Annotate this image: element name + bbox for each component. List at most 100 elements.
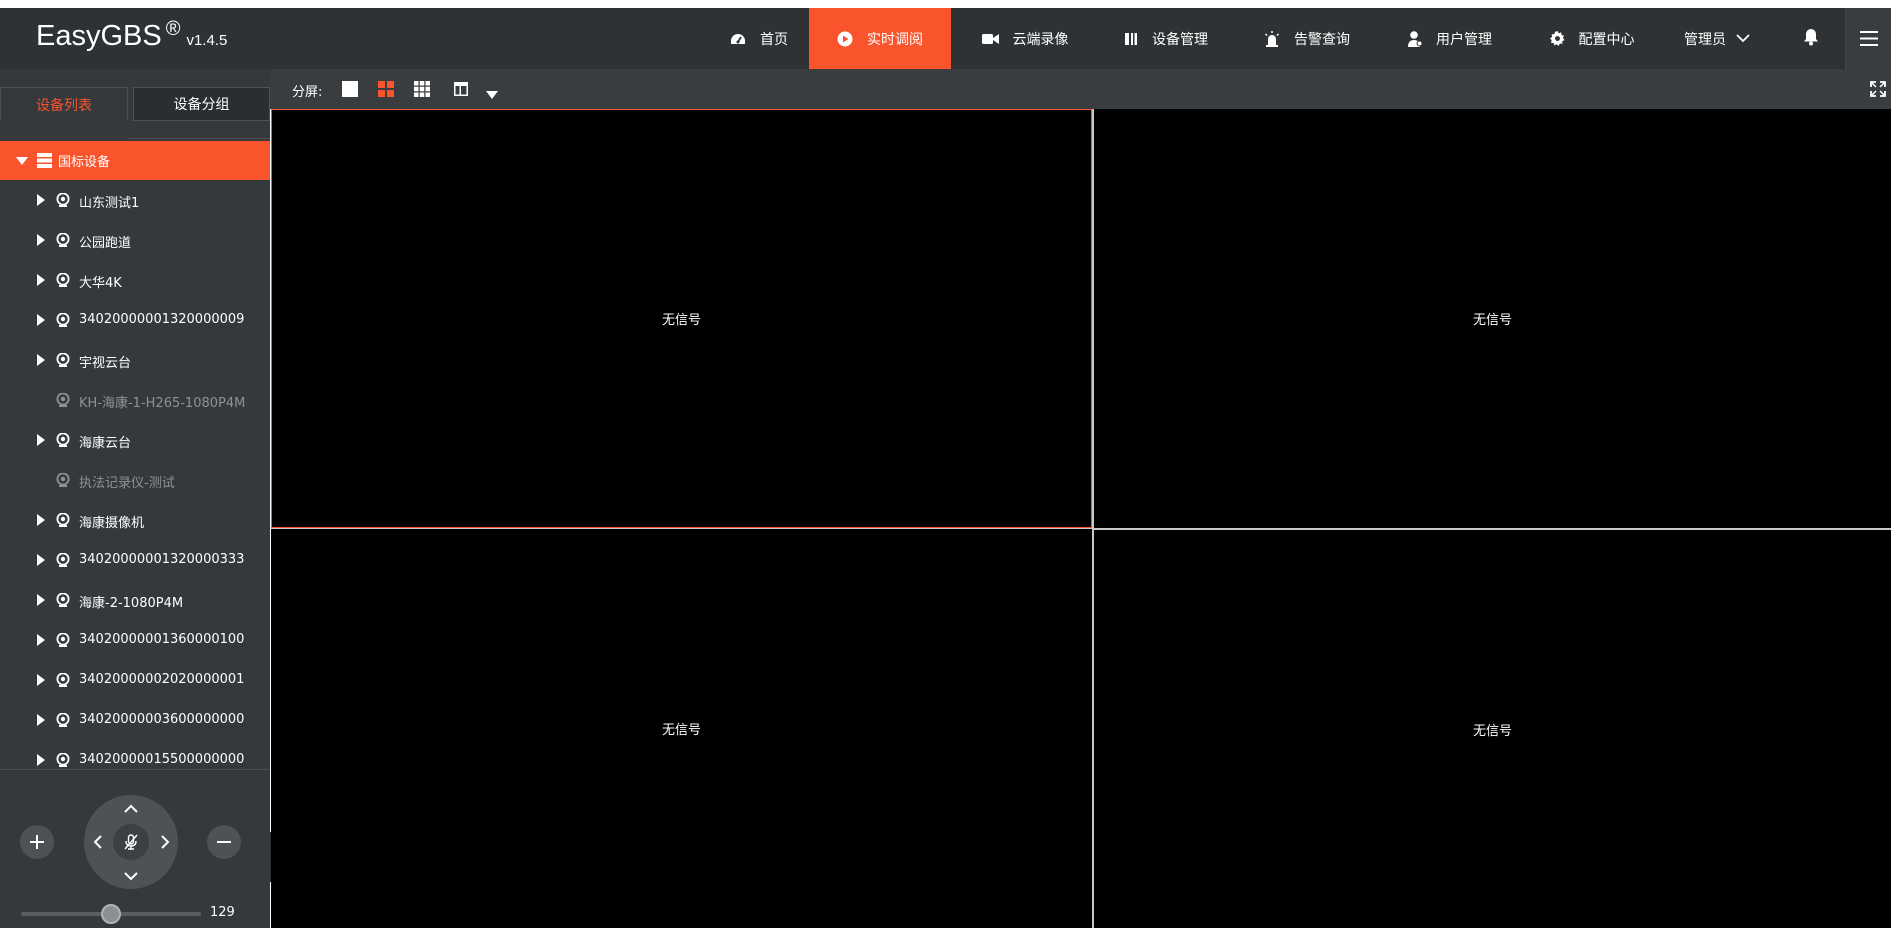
microphone-off-icon: [124, 834, 138, 850]
registered-mark: ®: [165, 18, 181, 40]
tabs-divider: [128, 138, 270, 139]
no-signal-text: 无信号: [1472, 723, 1512, 739]
camera-icon: [56, 432, 70, 451]
video-cell[interactable]: 无信号: [271, 528, 1092, 928]
nav-alarm-query[interactable]: 告警查询: [1252, 8, 1362, 69]
caret-right-icon[interactable]: [37, 434, 45, 450]
zoom-in-button[interactable]: [20, 825, 54, 859]
caret-right-icon[interactable]: [37, 314, 45, 330]
tree-root-label: 国标设备: [58, 155, 111, 170]
chevron-down-icon: [124, 871, 138, 881]
tree-item-device[interactable]: 宇视云台: [0, 340, 270, 380]
ptz-down-button[interactable]: [120, 865, 142, 887]
caret-right-icon[interactable]: [37, 554, 45, 570]
device-tree-list: 山东测试1 公园跑道大华4K 34020000001320000009 宇视云台 KH-…: [0, 180, 270, 780]
tree-item-label: 大华4K: [79, 276, 122, 291]
app-root: EasyGBS ®v1.4.5 首页 实时调阅 云端录像 设备管理 告警查询 用…: [0, 0, 1891, 928]
tree-item-device[interactable]: 34020000001320000333: [0, 540, 270, 580]
nav-config-center[interactable]: 配置中心: [1537, 8, 1647, 69]
nav-device-manage[interactable]: 设备管理: [1111, 8, 1221, 69]
tree-item-device[interactable]: 海康-2-1080P4M: [0, 580, 270, 620]
caret-right-icon[interactable]: [37, 514, 45, 530]
caret-right-icon[interactable]: [37, 754, 45, 770]
split-9-button[interactable]: [414, 81, 430, 97]
tree-item-device[interactable]: KH-海康-1-H265-1080P4M: [0, 380, 270, 420]
tree-root-gb-devices[interactable]: 国标设备: [0, 141, 270, 180]
nav-config-center-label: 配置中心: [1578, 31, 1635, 48]
ptz-left-button[interactable]: [86, 831, 108, 853]
hamburger-menu-button[interactable]: [1845, 8, 1891, 69]
nav-device-manage-label: 设备管理: [1152, 31, 1208, 48]
split-label: 分屏:: [292, 85, 323, 100]
ptz-right-button[interactable]: [154, 831, 176, 853]
bell-icon[interactable]: [1803, 28, 1819, 50]
camera-icon: [56, 512, 70, 531]
brand-logo: EasyGBS ® v1.4.5: [36, 18, 227, 53]
split-1-button[interactable]: [342, 81, 358, 97]
caret-right-icon[interactable]: [37, 634, 45, 650]
ptz-up-button[interactable]: [120, 797, 142, 819]
tree-item-label: 执法记录仪-测试: [79, 476, 175, 491]
nav-user-manage[interactable]: 用户管理: [1395, 8, 1505, 69]
caret-right-icon[interactable]: [37, 194, 45, 210]
dashboard-icon: [730, 32, 753, 46]
device-icon: [1124, 32, 1145, 46]
camera-icon: [56, 352, 70, 371]
tree-item-label: 海康云台: [79, 436, 132, 451]
tree-item-device[interactable]: 大华4K: [0, 260, 270, 300]
nav-cloud-record[interactable]: 云端录像: [965, 8, 1085, 69]
split-4-button[interactable]: [378, 81, 394, 97]
tree-item-label: 34020000001320000333: [79, 552, 245, 567]
tree-item-label: 34020000002020000001: [79, 672, 245, 687]
caret-right-icon[interactable]: [37, 234, 45, 250]
ptz-speed-slider-thumb[interactable]: [101, 904, 121, 924]
nav-home[interactable]: 首页: [706, 8, 812, 69]
video-cell[interactable]: 无信号: [1092, 528, 1891, 928]
chevron-down-icon: [1726, 34, 1750, 43]
user-menu[interactable]: 管理员: [1684, 8, 1750, 69]
nav-live-label: 实时调阅: [867, 31, 923, 48]
tree-item-device[interactable]: 34020000001360000100: [0, 620, 270, 660]
device-sidebar: 设备列表 设备分组 国标设备 山东测试1 公园跑道大华4K 340200000013…: [0, 69, 270, 928]
nav-live[interactable]: 实时调阅: [809, 8, 951, 69]
tree-item-device[interactable]: 海康云台: [0, 420, 270, 460]
caret-right-icon[interactable]: [37, 714, 45, 730]
tree-item-label: 34020000001320000009: [79, 312, 245, 327]
caret-right-icon[interactable]: [37, 674, 45, 690]
tree-item-device[interactable]: 山东测试1: [0, 180, 270, 220]
video-cell[interactable]: 无信号: [1092, 109, 1891, 528]
tree-item-label: 34020000001360000100: [79, 632, 245, 647]
tree-item-device[interactable]: 34020000003600000000: [0, 700, 270, 740]
tree-item-device[interactable]: 海康摄像机: [0, 500, 270, 540]
alarm-icon: [1264, 30, 1287, 47]
tree-item-label: 宇视云台: [79, 356, 132, 371]
hamburger-icon: [1859, 31, 1878, 46]
caret-right-icon[interactable]: [37, 354, 45, 370]
tree-item-label: 海康-2-1080P4M: [79, 596, 184, 611]
camera-icon: [56, 312, 70, 331]
fullscreen-icon[interactable]: [1870, 81, 1886, 101]
zoom-out-button[interactable]: [207, 825, 241, 859]
camera-icon: [56, 472, 70, 491]
tree-item-device[interactable]: 34020000001320000009: [0, 300, 270, 340]
tree-item-device[interactable]: 公园跑道: [0, 220, 270, 260]
tab-device-list[interactable]: 设备列表: [0, 87, 128, 121]
layout-dropdown-button[interactable]: [486, 84, 502, 100]
video-cell[interactable]: 无信号: [271, 109, 1092, 528]
custom-layout-button[interactable]: [454, 81, 470, 97]
brand-name: EasyGBS: [36, 20, 162, 52]
no-signal-text: 无信号: [1472, 313, 1512, 328]
caret-right-icon[interactable]: [37, 274, 45, 290]
gear-icon: [1549, 31, 1572, 46]
talk-button[interactable]: [113, 824, 149, 860]
camera-icon: [56, 272, 70, 291]
user-icon: [1408, 30, 1429, 47]
tree-item-device[interactable]: 34020000002020000001: [0, 660, 270, 700]
camera-icon: [56, 632, 70, 651]
camera-icon: [56, 392, 70, 411]
tree-item-device[interactable]: 执法记录仪-测试: [0, 460, 270, 500]
split-toolbar: 分屏:: [270, 69, 1891, 109]
user-name: 管理员: [1684, 31, 1726, 48]
tab-device-group[interactable]: 设备分组: [133, 87, 270, 121]
caret-right-icon[interactable]: [37, 594, 45, 610]
